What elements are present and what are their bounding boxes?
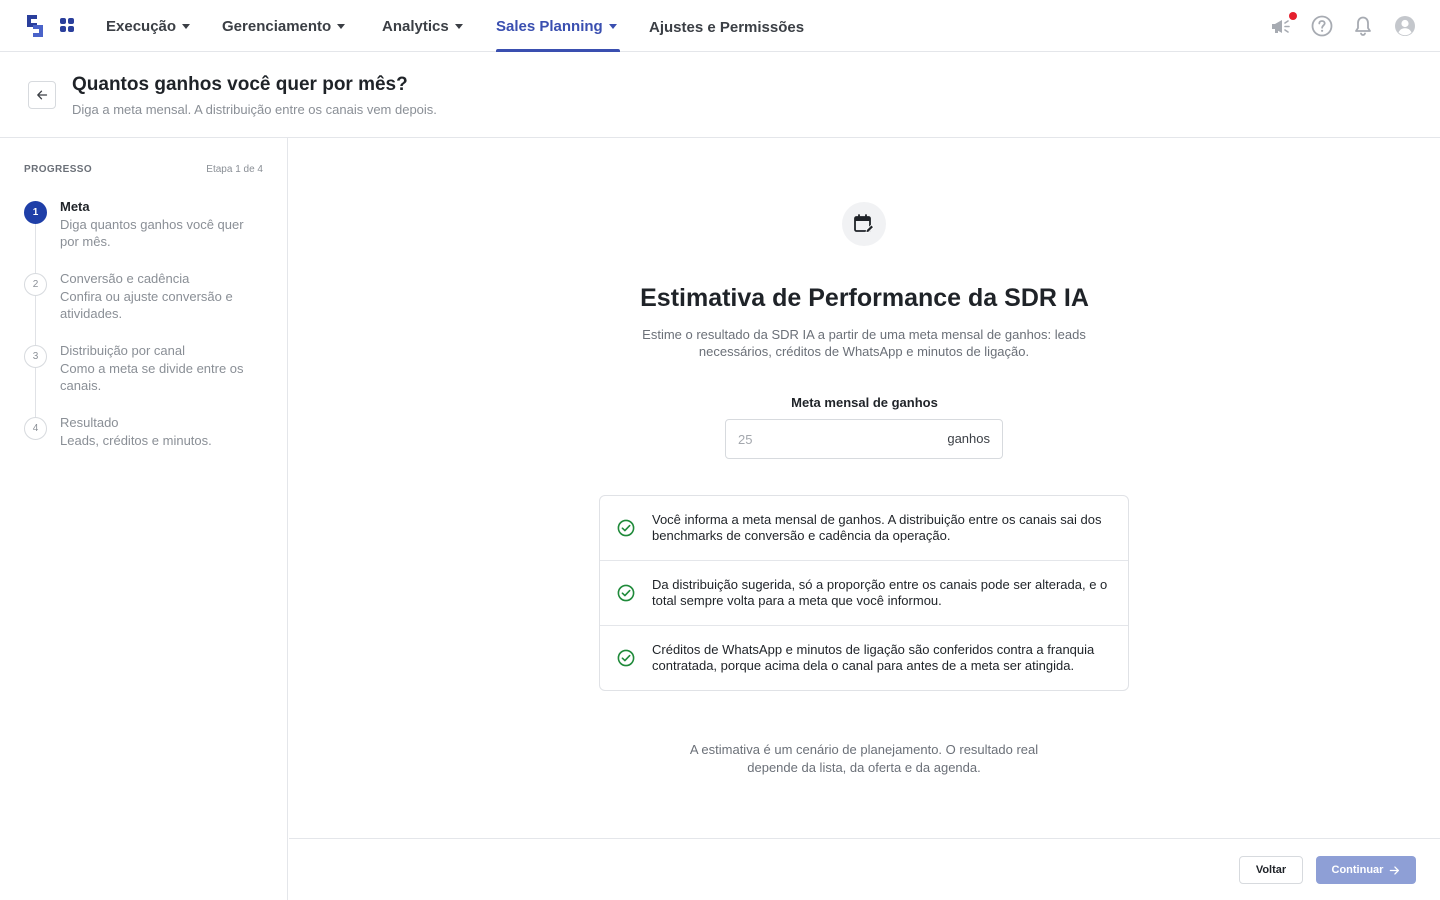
step-description: Confira ou ajuste conversão e atividades… — [60, 289, 233, 321]
voltar-button-label: Voltar — [1255, 864, 1287, 876]
back-button[interactable] — [28, 81, 56, 109]
steps-connector-line — [35, 210, 36, 424]
step-description: Leads, créditos e minutos. — [60, 433, 212, 448]
help-icon[interactable] — [1310, 14, 1334, 38]
nav-item-label: Ajustes e Permissões — [649, 18, 805, 36]
nav-item-ajustes-permissoes[interactable]: Ajustes e Permissões — [649, 0, 804, 52]
step-number: 2 — [24, 273, 47, 296]
arrow-left-icon — [37, 90, 48, 100]
voltar-button[interactable]: Voltar — [1239, 856, 1303, 884]
nav-item-analytics[interactable]: Analytics — [382, 0, 463, 52]
hero-icon-wrapper — [842, 202, 886, 246]
nav-item-gerenciamento[interactable]: Gerenciamento — [222, 0, 346, 52]
info-item: Créditos de WhatsApp e minutos de ligaçã… — [600, 626, 1128, 690]
nav-item-label: Analytics — [382, 17, 449, 35]
check-circle-icon — [617, 584, 635, 602]
info-text: Da distribuição sugerida, só a proporção… — [652, 577, 1108, 608]
notification-dot — [1289, 12, 1297, 20]
progress-sidebar: PROGRESSO Etapa 1 de 4 1 Meta Diga quant… — [0, 138, 288, 900]
monthly-goal-field: ganhos — [725, 419, 1003, 459]
wizard-footer: Voltar Continuar — [289, 838, 1440, 900]
main-content: Estimativa de Performance da SDR IA Esti… — [289, 138, 1440, 838]
chevron-down-icon — [454, 24, 463, 29]
check-circle-icon — [617, 519, 635, 537]
user-avatar-icon[interactable] — [1393, 14, 1417, 38]
continuar-button-label: Continuar — [1331, 864, 1384, 876]
info-item: Você informa a meta mensal de ganhos. A … — [600, 496, 1128, 561]
info-text: Créditos de WhatsApp e minutos de ligaçã… — [652, 642, 1095, 673]
nav-item-execucao[interactable]: Execução — [106, 0, 191, 52]
continuar-button[interactable]: Continuar — [1316, 856, 1416, 884]
planning-footnote: A estimativa é um cenário de planejament… — [689, 742, 1039, 775]
bell-icon[interactable] — [1351, 14, 1375, 38]
apps-grid-icon[interactable] — [59, 17, 75, 33]
progress-label: PROGRESSO — [24, 164, 93, 175]
step-title: Resultado — [60, 415, 119, 430]
nav-item-label: Gerenciamento — [222, 17, 332, 35]
chevron-down-icon — [337, 24, 346, 29]
step-description: Diga quantos ganhos você quer por mês. — [60, 217, 244, 249]
brand-logo-icon[interactable] — [26, 14, 44, 38]
chevron-down-icon — [608, 24, 617, 29]
chevron-down-icon — [182, 24, 191, 29]
nav-item-label: Sales Planning — [496, 17, 603, 35]
nav-item-label: Execução — [106, 17, 177, 35]
nav-item-sales-planning[interactable]: Sales Planning — [496, 0, 620, 52]
calendar-edit-icon — [854, 214, 875, 233]
step-title: Conversão e cadência — [60, 271, 190, 286]
input-suffix: ganhos — [947, 431, 990, 446]
step-title: Meta — [60, 199, 90, 214]
step-number: 1 — [24, 201, 47, 224]
top-navigation: Execução Gerenciamento Analytics Sales P… — [0, 0, 1440, 52]
check-circle-icon — [617, 649, 635, 667]
estimate-title: Estimativa de Performance da SDR IA — [640, 284, 1089, 312]
step-description: Como a meta se divide entre os canais. — [60, 361, 244, 393]
monthly-goal-input[interactable] — [738, 420, 928, 458]
page-header: Quantos ganhos você quer por mês? Diga a… — [0, 52, 1440, 138]
stage-indicator: Etapa 1 de 4 — [206, 164, 263, 175]
info-card: Você informa a meta mensal de ganhos. A … — [599, 495, 1129, 691]
page-title: Quantos ganhos você quer por mês? — [72, 74, 408, 95]
step-number: 4 — [24, 417, 47, 440]
page-subtitle: Diga a meta mensal. A distribuição entre… — [72, 102, 437, 117]
info-text: Você informa a meta mensal de ganhos. A … — [652, 512, 1102, 543]
step-number: 3 — [24, 345, 47, 368]
monthly-goal-label: Meta mensal de ganhos — [791, 395, 938, 410]
info-item: Da distribuição sugerida, só a proporção… — [600, 561, 1128, 626]
arrow-right-icon — [1390, 865, 1400, 875]
estimate-description: Estime o resultado da SDR IA a partir de… — [642, 327, 1086, 359]
step-title: Distribuição por canal — [60, 343, 186, 358]
